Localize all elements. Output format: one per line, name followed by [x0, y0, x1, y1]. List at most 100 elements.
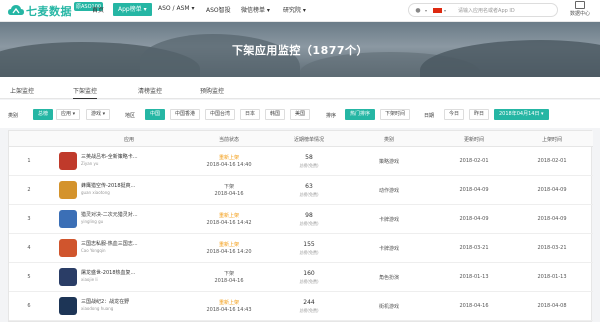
apple-icon[interactable]: ● [413, 7, 423, 14]
app-name[interactable]: 三英战吕布-全新策略卡... [81, 153, 138, 160]
data-center-link[interactable]: 数据中心 [565, 1, 595, 17]
filter-region-japan[interactable]: 日本 [240, 109, 261, 120]
app-name[interactable]: 屠龙盛世-2018热血复... [81, 269, 135, 276]
rank-note: 总榜(免费) [299, 279, 319, 284]
status-time: 2018-04-16 14:42 [206, 220, 252, 226]
nav-wechat-rankings[interactable]: 微信榜单 ▾ [241, 5, 270, 14]
table-row[interactable]: 1 三英战吕布-全新策略卡... Ziyan yu 重新上架 2018-04-16 14… [9, 147, 593, 176]
rank-note: 总榜(免费) [299, 192, 319, 197]
app-category: 卡牌游戏 [378, 246, 399, 252]
rank-value[interactable]: 244 [284, 299, 334, 306]
status-badge: 下架 [223, 271, 234, 277]
col-app: 应用 [123, 137, 134, 143]
date-picker[interactable]: 2018年04月14日 ▾ [494, 109, 549, 120]
rank-value[interactable]: 63 [284, 183, 334, 190]
tab-listing-monitor[interactable]: 上架监控 [10, 86, 34, 95]
app-category: 卡牌游戏 [378, 217, 399, 223]
app-icon[interactable] [59, 268, 77, 286]
brand-logo[interactable]: 七麦数据 原ASO100 [8, 1, 104, 19]
update-date: 2018-02-01 [459, 158, 489, 164]
app-category: 角色扮演 [378, 275, 399, 281]
sort-filter-label: 排序 [326, 113, 337, 119]
filter-category-apps[interactable]: 应用 ▾ [56, 109, 81, 120]
nav-home[interactable]: 首页 [92, 5, 104, 14]
filter-bar: 类别 总榜 应用 ▾ 游戏 ▾ 地区 中国 中国香港 中国台湾 日本 韩国 美国… [0, 100, 600, 128]
china-flag-icon[interactable] [433, 7, 443, 13]
brand-name: 七麦数据 [26, 5, 72, 18]
nav-app-rankings[interactable]: App榜单 ▾ [113, 3, 152, 16]
listed-date: 2018-02-01 [537, 158, 567, 164]
app-category: 动作游戏 [378, 188, 399, 194]
app-icon[interactable] [59, 181, 77, 199]
table-row[interactable]: 6 三国战纪2：战龙在野 xiaodong huang 重新上架 2018-04-16 … [9, 292, 593, 321]
removed-apps-table: 应用 当前状态 近期榜单情况 类别 更新时间 上架时间 1 三英战吕布-全新策略卡… [8, 130, 593, 322]
rank-value[interactable]: 155 [284, 241, 334, 248]
filter-category-all[interactable]: 总榜 [33, 109, 54, 120]
table-row[interactable]: 4 三国志私服-热血三国志... Cao Yongqin 重新上架 2018-04-16… [9, 234, 593, 263]
data-center-label: 数据中心 [569, 11, 590, 17]
app-name[interactable]: 蜂鹰猎空传-2018挺爽... [81, 182, 135, 189]
rank-note: 总榜(免费) [299, 163, 319, 168]
listed-date: 2018-04-09 [537, 216, 567, 222]
app-developer: xiaojie li [81, 277, 98, 282]
filter-region-china[interactable]: 中国 [145, 109, 166, 120]
update-date: 2018-04-09 [459, 187, 489, 193]
sort-popular[interactable]: 热门排序 [345, 109, 376, 120]
table-row[interactable]: 3 猎灵对决-二次元猎灵对... yingling gu 重新上架 2018-04-16… [9, 205, 593, 234]
filter-region-taiwan[interactable]: 中国台湾 [205, 109, 236, 120]
status-badge: 重新上架 [218, 155, 239, 161]
nav-research[interactable]: 研究院 ▾ [283, 5, 306, 14]
sort-removal-time[interactable]: 下架时间 [380, 109, 411, 120]
nav-aso-smart[interactable]: ASO智投 [206, 5, 231, 14]
table-header: 应用 当前状态 近期榜单情况 类别 更新时间 上架时间 [9, 131, 593, 147]
app-name[interactable]: 猎灵对决-二次元猎灵对... [81, 211, 138, 218]
app-icon[interactable] [59, 297, 77, 315]
rank-note: 总榜(免费) [299, 308, 319, 313]
listed-date: 2018-04-08 [537, 303, 567, 309]
app-icon[interactable] [59, 239, 77, 257]
status-badge: 重新上架 [218, 242, 239, 248]
rank-value[interactable]: 58 [284, 154, 334, 161]
status-time: 2018-04-16 [214, 278, 244, 284]
date-yesterday[interactable]: 昨日 [469, 109, 490, 120]
row-index: 4 [27, 245, 31, 251]
rank-value[interactable]: 160 [284, 270, 334, 277]
app-icon[interactable] [59, 152, 77, 170]
tab-preorder-monitor[interactable]: 预购监控 [200, 86, 224, 95]
chevron-down-icon: ▾ [444, 7, 447, 13]
data-center-icon [575, 1, 585, 9]
app-name[interactable]: 三国战纪2：战龙在野 [81, 298, 129, 305]
tab-removal-monitor[interactable]: 下架监控 [73, 86, 98, 99]
listed-date: 2018-03-21 [537, 245, 567, 251]
filter-region-usa[interactable]: 美国 [290, 109, 311, 120]
row-index: 1 [27, 158, 31, 164]
date-today[interactable]: 今日 [444, 109, 465, 120]
top-navbar: 七麦数据 原ASO100 首页 App榜单 ▾ ASO / ASM ▾ ASO智… [0, 0, 600, 22]
filter-region-hongkong[interactable]: 中国香港 [170, 109, 201, 120]
update-date: 2018-04-09 [459, 216, 489, 222]
app-icon[interactable] [59, 210, 77, 228]
filter-category-games[interactable]: 游戏 ▾ [86, 109, 111, 120]
rank-value[interactable]: 98 [284, 212, 334, 219]
nav-aso-asm[interactable]: ASO / ASM ▾ [158, 5, 194, 12]
rank-note: 总榜(免费) [299, 250, 319, 255]
col-updated: 更新时间 [463, 137, 484, 143]
tab-chart-clear-monitor[interactable]: 清榜监控 [138, 86, 162, 95]
col-listed: 上架时间 [541, 137, 562, 143]
update-date: 2018-01-13 [459, 274, 489, 280]
search-placeholder: 请输入应用名或者App ID [458, 7, 515, 14]
app-developer: Cao Yongqin [81, 248, 106, 253]
filter-region-korea[interactable]: 韩国 [265, 109, 286, 120]
search-box[interactable]: ● ▾ ▾ 请输入应用名或者App ID [408, 3, 558, 17]
status-badge: 重新上架 [218, 213, 239, 219]
col-category: 类别 [383, 137, 394, 143]
table-row[interactable]: 2 蜂鹰猎空传-2018挺爽... guan xiaotong 下架 2018-04-1… [9, 176, 593, 205]
status-badge: 下架 [223, 184, 234, 190]
app-category: 街机游戏 [378, 304, 399, 310]
table-row[interactable]: 5 屠龙盛世-2018热血复... xiaojie li 下架 2018-04-16 16… [9, 263, 593, 292]
app-name[interactable]: 三国志私服-热血三国志... [81, 240, 138, 247]
listed-date: 2018-04-09 [537, 187, 567, 193]
status-badge: 重新上架 [218, 300, 239, 306]
update-date: 2018-03-21 [459, 245, 489, 251]
monitor-tabs: 上架监控 下架监控 清榜监控 预购监控 [0, 77, 600, 99]
